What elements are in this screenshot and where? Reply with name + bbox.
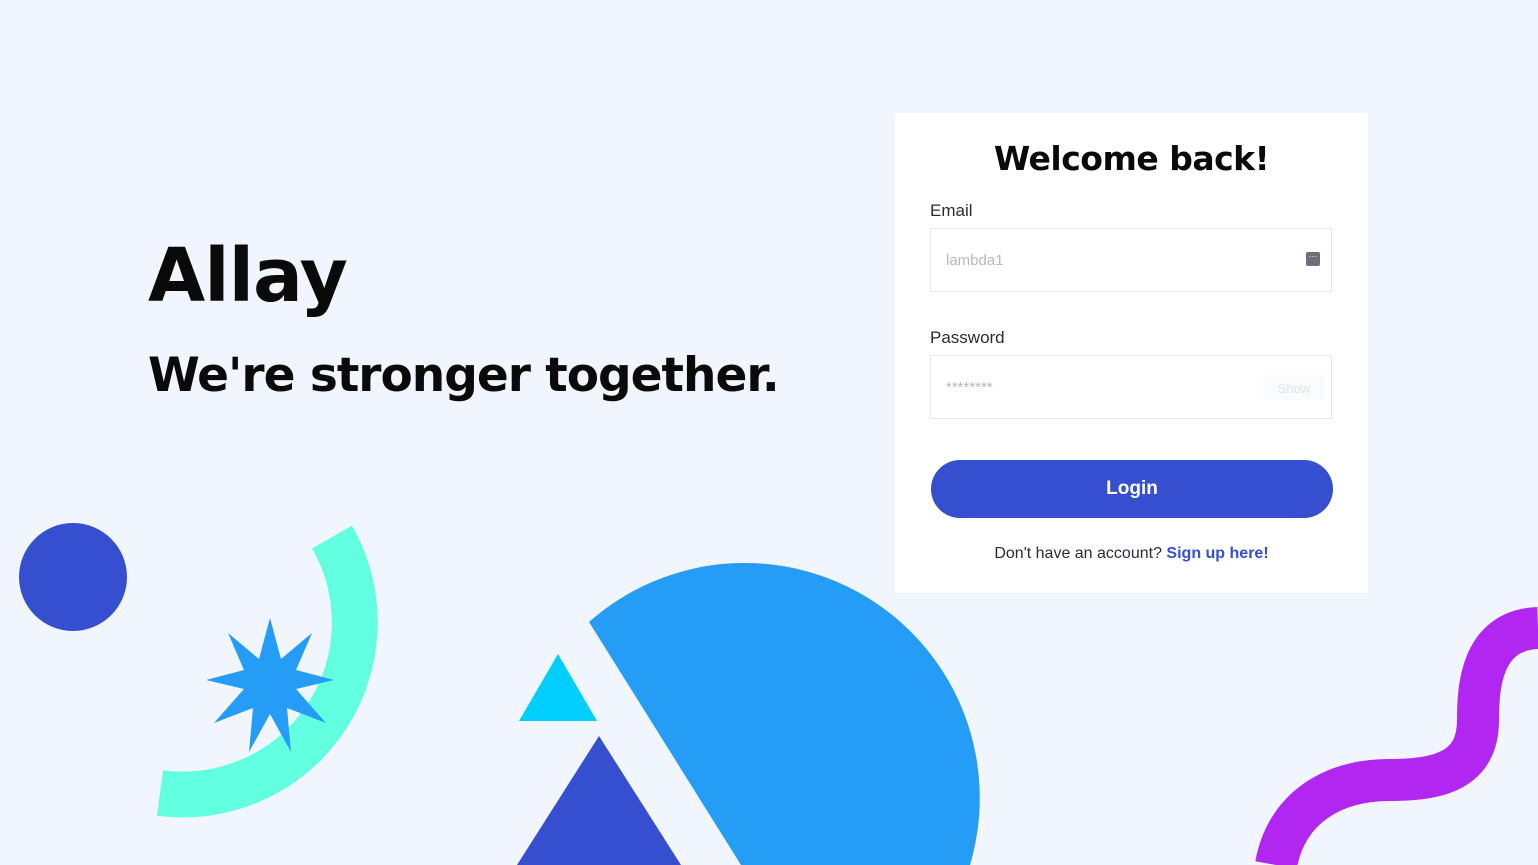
navy-circle-decoration <box>19 523 127 631</box>
purple-wave-decoration <box>1255 607 1538 865</box>
brand-title: Allay <box>148 233 348 319</box>
cyan-triangle-decoration <box>519 654 597 721</box>
login-page: Allay We're stronger together. Welcome b… <box>0 0 1538 865</box>
navy-triangle-decoration <box>517 736 681 865</box>
signup-link[interactable]: Sign up here! <box>1166 545 1268 562</box>
signup-prompt: Don't have an account? Sign up here! <box>895 545 1368 563</box>
password-field: Show <box>930 355 1332 419</box>
password-input[interactable] <box>946 356 1276 418</box>
signup-prompt-text: Don't have an account? <box>994 545 1162 562</box>
email-field: ··· <box>930 228 1332 292</box>
login-button[interactable]: Login <box>931 460 1333 518</box>
hero-section: Allay We're stronger together. <box>148 228 780 408</box>
tagline: We're stronger together. <box>148 348 780 403</box>
email-label: Email <box>930 201 973 220</box>
card-title: Welcome back! <box>993 139 1270 178</box>
autofill-icon[interactable]: ··· <box>1306 252 1320 266</box>
password-label: Password <box>930 328 1005 347</box>
show-password-button[interactable]: Show <box>1263 375 1325 400</box>
login-card: Welcome back! Email ··· Password Show Lo… <box>895 113 1368 593</box>
email-input[interactable] <box>946 229 1276 291</box>
